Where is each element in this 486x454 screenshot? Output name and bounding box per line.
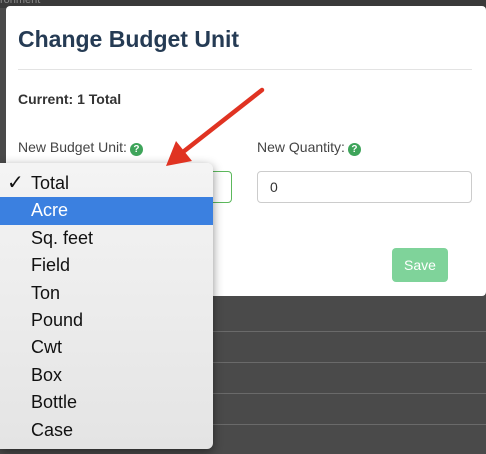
help-icon[interactable]: ? xyxy=(129,143,143,156)
dropdown-option-field[interactable]: Field xyxy=(0,252,213,279)
background-divider xyxy=(212,331,486,332)
new-quantity-label-text: New Quantity: xyxy=(257,139,345,155)
dropdown-option-label: Cwt xyxy=(31,337,62,358)
dropdown-option-total[interactable]: ✓ Total xyxy=(0,170,213,197)
dropdown-option-label: Acre xyxy=(31,200,69,221)
dropdown-option-cwt[interactable]: Cwt xyxy=(0,334,213,361)
dropdown-option-label: Pound xyxy=(31,309,84,330)
dropdown-option-acre[interactable]: Acre xyxy=(0,197,213,225)
modal-header-divider xyxy=(18,69,472,70)
new-budget-unit-label: New Budget Unit:? xyxy=(18,139,143,156)
current-unit-text: Current: 1 Total xyxy=(18,91,122,107)
background-divider xyxy=(212,362,486,363)
dropdown-option-box[interactable]: Box xyxy=(0,362,213,389)
dropdown-option-sq-feet[interactable]: Sq. feet xyxy=(0,225,213,252)
modal-title: Change Budget Unit xyxy=(18,26,240,52)
dropdown-option-bottle[interactable]: Bottle xyxy=(0,389,213,416)
save-button[interactable]: Save xyxy=(392,248,448,282)
dropdown-option-case[interactable]: Case xyxy=(0,417,213,444)
dropdown-option-label: Ton xyxy=(31,282,61,303)
dropdown-option-ton[interactable]: Ton xyxy=(0,280,213,307)
background-divider xyxy=(212,424,486,425)
dropdown-option-label: Total xyxy=(31,173,70,193)
budget-unit-dropdown-menu: ✓ Total Acre Sq. feet Field Ton Pound Cw… xyxy=(0,163,213,449)
new-quantity-label: New Quantity:? xyxy=(257,139,361,156)
new-budget-unit-label-text: New Budget Unit: xyxy=(18,139,127,155)
dropdown-option-label: Bottle xyxy=(31,392,78,413)
dropdown-option-label: Sq. feet xyxy=(31,227,94,248)
quantity-input[interactable]: 0 xyxy=(257,171,472,203)
dropdown-option-pound[interactable]: Pound xyxy=(0,307,213,334)
help-icon[interactable]: ? xyxy=(347,143,361,156)
checkmark-icon: ✓ xyxy=(7,172,24,194)
background-divider xyxy=(212,393,486,394)
dropdown-option-label: Field xyxy=(31,255,71,276)
dropdown-option-label: Box xyxy=(31,364,63,385)
dropdown-option-label: Case xyxy=(31,419,74,440)
